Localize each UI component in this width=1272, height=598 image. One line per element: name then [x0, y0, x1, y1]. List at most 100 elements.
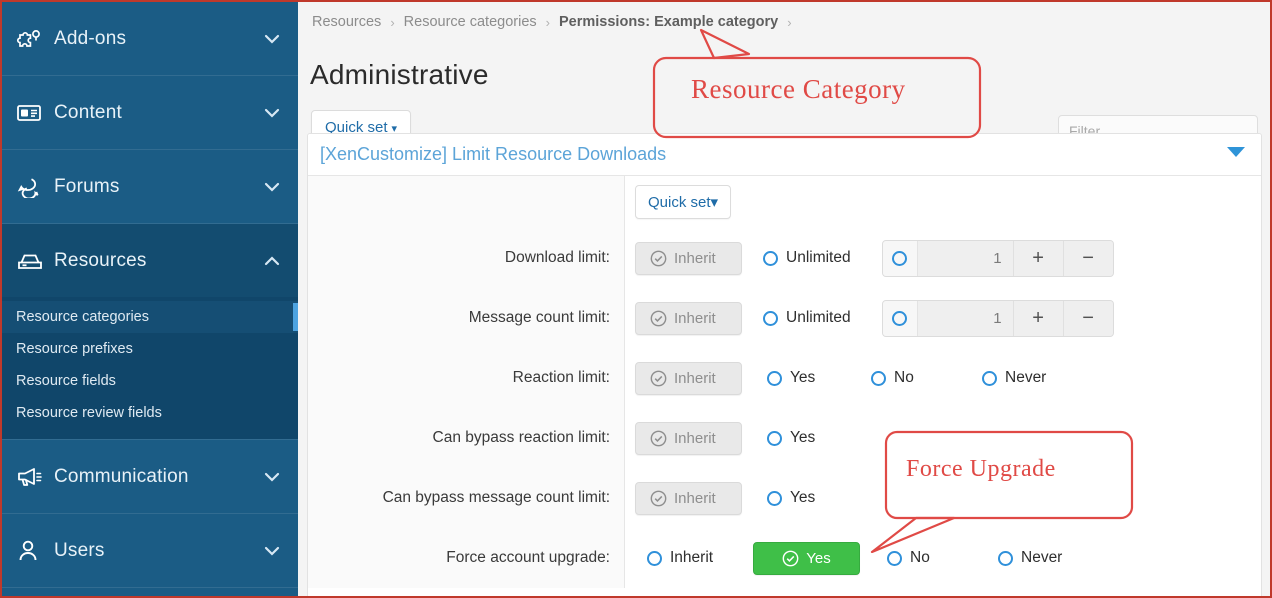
option-inherit[interactable]: Inherit — [635, 362, 742, 395]
stepper-decrement-button[interactable]: − — [1063, 301, 1113, 336]
main-content: Resources › Resource categories › Permis… — [298, 2, 1270, 596]
panel-quick-set-button[interactable]: Quick set▾ — [635, 185, 731, 219]
breadcrumb-separator-icon: › — [546, 15, 550, 30]
chevron-down-icon[interactable] — [264, 472, 280, 482]
forums-icon — [16, 176, 50, 198]
radio-circle-icon — [767, 431, 782, 446]
option-inherit[interactable]: Inherit — [635, 242, 742, 275]
check-circle-icon — [650, 250, 667, 267]
page-title: Administrative — [298, 49, 1270, 91]
puzzle-icon — [16, 27, 50, 51]
sidebar-group-forums: Forums — [2, 150, 298, 224]
permissions-panel: [XenCustomize] Limit Resource Downloads … — [307, 133, 1262, 596]
number-stepper[interactable]: 1 + − — [882, 240, 1114, 277]
row-label: Reaction limit: — [308, 369, 624, 387]
radio-circle-icon — [767, 491, 782, 506]
sidebar-item-resource-categories[interactable]: Resource categories — [2, 301, 298, 333]
option-inherit[interactable]: Inherit — [635, 422, 742, 455]
option-yes[interactable]: Yes — [767, 369, 871, 387]
row-controls: Inherit Unlimited 1 + − — [624, 240, 1261, 277]
option-inherit[interactable]: Inherit — [635, 302, 742, 335]
radio-circle-icon — [887, 551, 902, 566]
row-controls: Inherit Yes No — [624, 542, 1261, 575]
stepper-radio[interactable] — [883, 241, 918, 276]
breadcrumb-item-resources[interactable]: Resources — [312, 14, 381, 30]
chevron-down-icon[interactable] — [264, 182, 280, 192]
option-label: Inherit — [674, 430, 716, 447]
stepper-decrement-button[interactable]: − — [1063, 241, 1113, 276]
caret-down-icon: ▾ — [711, 194, 719, 211]
row-controls: Inherit Yes — [624, 482, 1261, 515]
stepper-radio[interactable] — [883, 301, 918, 336]
breadcrumb-item-resource-categories[interactable]: Resource categories — [404, 14, 537, 30]
option-label: Never — [1021, 549, 1062, 567]
form-row-quick-set: Quick set▾ — [308, 176, 1261, 228]
chevron-down-icon[interactable] — [264, 108, 280, 118]
sidebar-subnav-resources: Resource categories Resource prefixes Re… — [2, 297, 298, 439]
stepper-increment-button[interactable]: + — [1013, 301, 1063, 336]
sidebar-group-add-ons: Add-ons — [2, 2, 298, 76]
permissions-form: Quick set▾ Download limit: Inherit — [308, 176, 1261, 588]
sidebar-subitem-label: Resource categories — [16, 309, 149, 325]
sidebar-item-resources[interactable]: Resources — [2, 224, 298, 297]
form-row-can-bypass-reaction-limit: Can bypass reaction limit: Inherit Yes — [308, 408, 1261, 468]
row-label: Download limit: — [308, 249, 624, 267]
check-circle-icon — [782, 550, 799, 567]
form-row-force-account-upgrade: Force account upgrade: Inherit Yes — [308, 528, 1261, 588]
check-circle-icon — [650, 490, 667, 507]
chevron-up-icon[interactable] — [264, 256, 280, 266]
option-unlimited[interactable]: Unlimited — [763, 309, 851, 327]
sidebar-item-forums[interactable]: Forums — [2, 150, 298, 223]
sidebar-item-label: Content — [50, 102, 264, 124]
form-row-reaction-limit: Reaction limit: Inherit Yes — [308, 348, 1261, 408]
option-no[interactable]: No — [887, 549, 998, 567]
option-label: Inherit — [674, 310, 716, 327]
option-label: Inherit — [674, 250, 716, 267]
option-yes[interactable]: Yes — [767, 429, 815, 447]
panel-quick-set-label: Quick set — [648, 194, 711, 211]
option-unlimited[interactable]: Unlimited — [763, 249, 851, 267]
triangle-down-icon[interactable] — [1227, 147, 1245, 157]
option-never[interactable]: Never — [998, 549, 1062, 567]
row-controls: Quick set▾ — [624, 185, 1261, 219]
chevron-down-icon[interactable] — [264, 546, 280, 556]
option-label: Inherit — [670, 549, 713, 567]
breadcrumb: Resources › Resource categories › Permis… — [298, 2, 1270, 30]
form-row-message-count-limit: Message count limit: Inherit Unlimited — [308, 288, 1261, 348]
option-inherit[interactable]: Inherit — [635, 482, 742, 515]
sidebar-group-resources: Resources Resource categories Resource p… — [2, 224, 298, 440]
option-no[interactable]: No — [871, 369, 982, 387]
check-circle-icon — [650, 370, 667, 387]
sidebar-item-users[interactable]: Users — [2, 514, 298, 587]
sidebar-item-resource-prefixes[interactable]: Resource prefixes — [2, 333, 298, 365]
resources-icon — [16, 251, 50, 271]
sidebar-item-add-ons[interactable]: Add-ons — [2, 2, 298, 75]
sidebar-item-resource-fields[interactable]: Resource fields — [2, 365, 298, 397]
option-label: Inherit — [674, 490, 716, 507]
row-controls: Inherit Unlimited 1 + − — [624, 300, 1261, 337]
sidebar-group-communication: Communication — [2, 440, 298, 514]
radio-circle-icon — [998, 551, 1013, 566]
option-never[interactable]: Never — [982, 369, 1046, 387]
option-label: No — [910, 549, 930, 567]
option-yes-selected[interactable]: Yes — [753, 542, 860, 575]
stepper-increment-button[interactable]: + — [1013, 241, 1063, 276]
number-stepper[interactable]: 1 + − — [882, 300, 1114, 337]
sidebar-item-communication[interactable]: Communication — [2, 440, 298, 513]
sidebar-subitem-label: Resource review fields — [16, 405, 162, 421]
sidebar-item-resource-review-fields[interactable]: Resource review fields — [2, 397, 298, 429]
chevron-down-icon[interactable] — [264, 34, 280, 44]
sidebar-subitem-label: Resource fields — [16, 373, 116, 389]
option-label: Yes — [790, 369, 815, 387]
radio-circle-icon — [763, 251, 778, 266]
sidebar-item-content[interactable]: Content — [2, 76, 298, 149]
sidebar-item-label: Forums — [50, 176, 264, 198]
megaphone-icon — [16, 466, 50, 488]
stepper-value[interactable]: 1 — [918, 301, 1013, 336]
stepper-value[interactable]: 1 — [918, 241, 1013, 276]
panel-title[interactable]: [XenCustomize] Limit Resource Downloads — [308, 144, 666, 165]
option-yes[interactable]: Yes — [767, 489, 815, 507]
row-controls: Inherit Yes — [624, 422, 1261, 455]
sidebar-group-content: Content — [2, 76, 298, 150]
option-inherit[interactable]: Inherit — [647, 549, 753, 567]
